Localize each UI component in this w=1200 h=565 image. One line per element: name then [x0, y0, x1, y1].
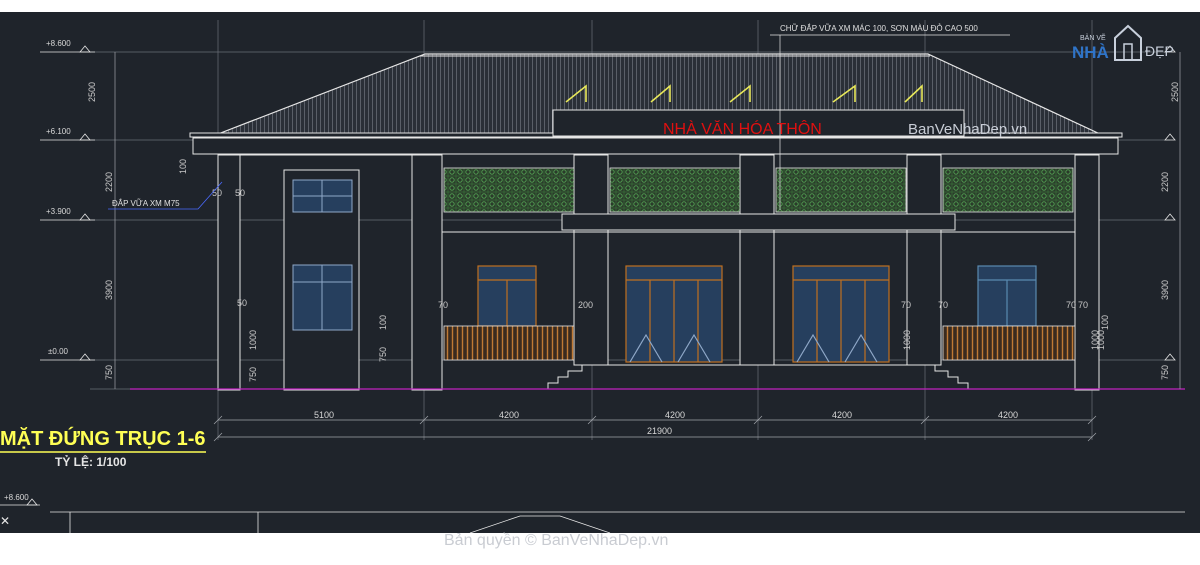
svg-text:✕: ✕: [0, 514, 10, 528]
dim-label: 1000: [902, 330, 912, 350]
dim-label: 100: [378, 315, 388, 330]
level-label: +3.900: [46, 207, 71, 216]
roof-note: CHỮ ĐẮP VỮA XM MÁC 100, SƠN MÀU ĐỎ CAO 5…: [780, 24, 978, 33]
bay-dim: 4200: [998, 410, 1018, 420]
dim-label: 70: [1066, 300, 1076, 310]
dim-label: 200: [578, 300, 593, 310]
site-watermark: BanVeNhaDep.vn: [908, 121, 1027, 138]
drawing-title: MẶT ĐỨNG TRỤC 1-6: [0, 426, 205, 450]
drawing-scale: TỶ LỆ: 1/100: [55, 454, 127, 469]
dim-label: 2500: [1170, 82, 1180, 102]
dim-label: 70: [1078, 300, 1088, 310]
logo-nha-text: NHÀ: [1072, 43, 1109, 62]
level-label: +8.600: [4, 493, 29, 502]
dim-label: 70: [438, 300, 448, 310]
bay-dim: 5100: [314, 410, 334, 420]
dim-label: 750: [104, 365, 114, 380]
bay-dim: 4200: [499, 410, 519, 420]
level-label: +8.600: [46, 39, 71, 48]
logo-top-text: BẢN VẼ: [1080, 33, 1106, 42]
copyright-watermark: Bản quyền © BanVeNhaDep.vn: [444, 532, 668, 549]
door-left-window: [477, 265, 537, 327]
dim-label: 100: [1100, 315, 1110, 330]
logo-dep-text: ĐẸP: [1145, 43, 1174, 59]
dim-label: 70: [938, 300, 948, 310]
dim-label: 70: [901, 300, 911, 310]
dim-label: 3900: [1160, 280, 1170, 300]
dim-label: 50: [237, 298, 247, 308]
dim-label: 1000: [1090, 330, 1100, 350]
main-door-left: [625, 265, 723, 363]
dim-label: 100: [178, 159, 188, 174]
dim-label: 750: [378, 347, 388, 362]
dim-label: 1000: [248, 330, 258, 350]
dim-label: 50: [235, 188, 245, 198]
bay-dim: 4200: [832, 410, 852, 420]
dim-label: 3900: [104, 280, 114, 300]
cad-elevation-drawing: +8.600 +6.100 +3.900 ±0.00 +8.600 2500 2…: [0, 0, 1200, 565]
main-door-right: [792, 265, 890, 363]
dim-label: 750: [248, 367, 258, 382]
right-window: [977, 265, 1037, 327]
dim-label: 750: [1160, 365, 1170, 380]
porch-beam: [561, 213, 956, 231]
dim-label: 50: [212, 188, 222, 198]
dim-label: 2200: [1160, 172, 1170, 192]
plaster-note: ĐẮP VỮA XM M75: [112, 199, 180, 208]
dim-label: 2200: [104, 172, 114, 192]
bay-dim: 4200: [665, 410, 685, 420]
total-dim: 21900: [647, 426, 672, 436]
sign-text: NHÀ VĂN HÓA THÔN: [663, 119, 822, 138]
level-label: ±0.00: [48, 347, 69, 356]
level-label: +6.100: [46, 127, 71, 136]
dim-label: 2500: [87, 82, 97, 102]
